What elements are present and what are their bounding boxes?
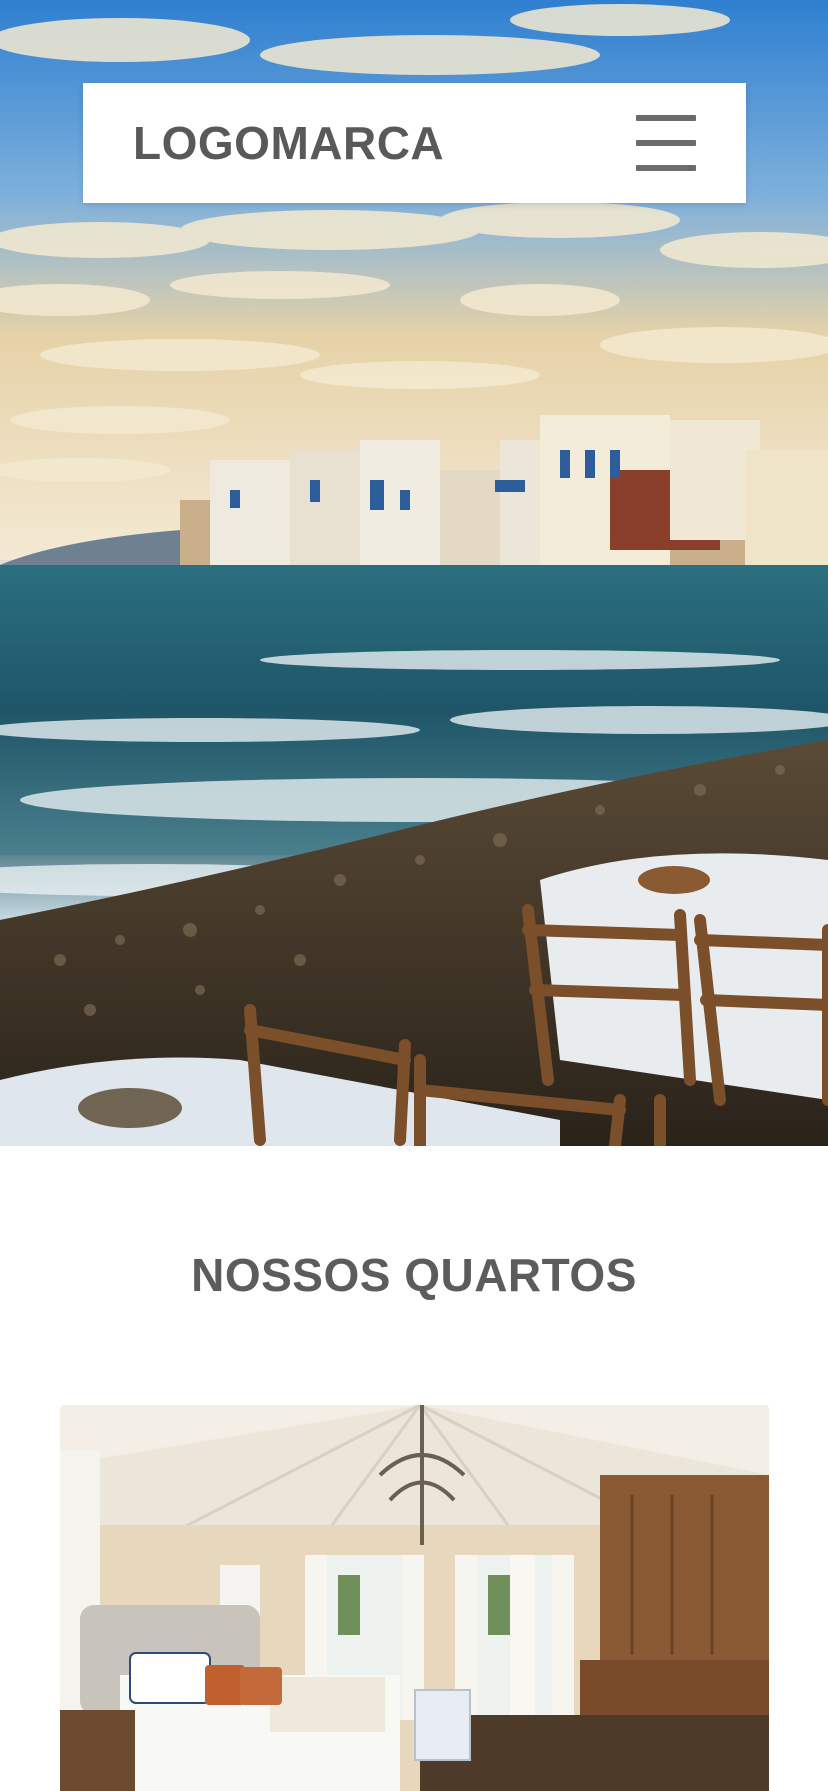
bedroom-scene xyxy=(60,1405,769,1791)
hamburger-menu-icon[interactable] xyxy=(636,115,696,171)
menu-line xyxy=(636,140,696,146)
site-header: LOGOMARCA xyxy=(83,83,746,203)
menu-line xyxy=(636,115,696,121)
rooms-section-title: NOSSOS QUARTOS xyxy=(191,1249,637,1301)
menu-line xyxy=(636,165,696,171)
room-card-image[interactable] xyxy=(60,1405,769,1791)
logo[interactable]: LOGOMARCA xyxy=(133,116,444,170)
